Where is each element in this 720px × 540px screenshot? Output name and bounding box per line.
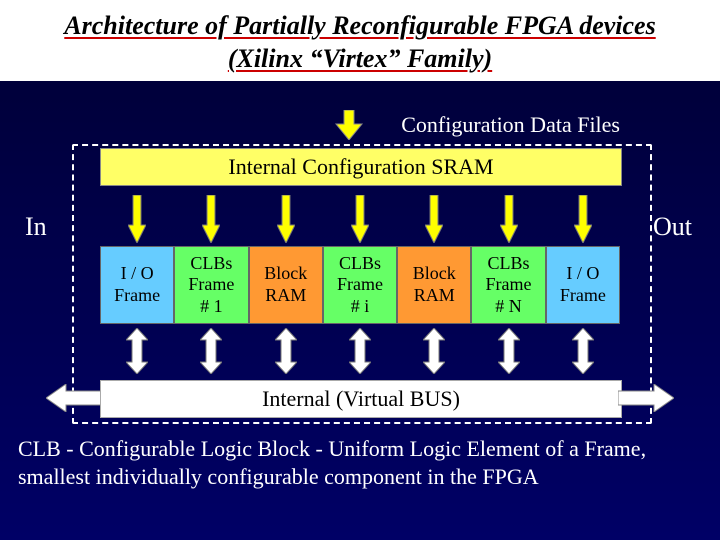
sram-arrow-col-4	[397, 188, 471, 243]
arrow-config-in-icon	[334, 110, 364, 140]
arrow-updown-icon	[126, 328, 148, 374]
arrow-down-icon	[425, 195, 443, 243]
in-label: In	[25, 212, 47, 242]
footer-note: CLB - Configurable Logic Block - Uniform…	[18, 435, 702, 492]
bus-arrow-left-icon	[46, 384, 102, 412]
frame-line1: I / O	[566, 263, 599, 285]
frame-line3: # 1	[200, 296, 223, 318]
bus-box: Internal (Virtual BUS)	[100, 380, 622, 418]
sram-arrow-col-6	[546, 188, 620, 243]
frames-to-bus-arrows	[100, 328, 620, 378]
frame-line3: # N	[495, 296, 522, 318]
sram-arrow-col-2	[249, 188, 323, 243]
frame-cell-0: I / OFrame	[100, 246, 174, 324]
frame-line1: Block	[264, 263, 307, 285]
arrow-updown-icon	[349, 328, 371, 374]
slide: Architecture of Partially Reconfigurable…	[0, 0, 720, 540]
frame-line2: RAM	[414, 285, 455, 307]
sram-arrow-col-0	[100, 188, 174, 243]
frame-line2: Frame	[188, 274, 234, 296]
frame-line1: CLBs	[339, 253, 381, 275]
frame-line1: I / O	[121, 263, 154, 285]
arrow-down-icon	[277, 195, 295, 243]
config-files-label: Configuration Data Files	[401, 112, 620, 138]
out-label: Out	[653, 212, 692, 242]
arrow-down-icon	[574, 195, 592, 243]
frame-line2: Frame	[560, 285, 606, 307]
frame-line1: CLBs	[190, 253, 232, 275]
frame-line2: Frame	[114, 285, 160, 307]
sram-arrow-col-5	[471, 188, 545, 243]
arrow-updown-icon	[275, 328, 297, 374]
sram-arrow-col-3	[323, 188, 397, 243]
sram-to-frames-arrows	[100, 188, 620, 243]
frame-cell-3: CLBsFrame# i	[323, 246, 397, 324]
frame-cell-2: BlockRAM	[249, 246, 323, 324]
frame-cell-1: CLBsFrame# 1	[174, 246, 248, 324]
bus-arrow-col-3	[323, 328, 397, 378]
arrow-updown-icon	[498, 328, 520, 374]
frame-cell-6: I / OFrame	[546, 246, 620, 324]
frame-line2: RAM	[265, 285, 306, 307]
frame-line2: Frame	[337, 274, 383, 296]
arrow-down-icon	[128, 195, 146, 243]
bus-arrow-col-1	[174, 328, 248, 378]
bus-arrow-col-0	[100, 328, 174, 378]
frame-line3: # i	[351, 296, 370, 318]
bus-arrow-col-5	[471, 328, 545, 378]
frame-line2: Frame	[486, 274, 532, 296]
arrow-updown-icon	[423, 328, 445, 374]
arrow-down-icon	[202, 195, 220, 243]
frame-cell-4: BlockRAM	[397, 246, 471, 324]
slide-title: Architecture of Partially Reconfigurable…	[0, 0, 720, 81]
bus-arrow-col-4	[397, 328, 471, 378]
sram-arrow-col-1	[174, 188, 248, 243]
frames-row: I / OFrameCLBsFrame# 1BlockRAMCLBsFrame#…	[100, 246, 620, 324]
arrow-down-icon	[500, 195, 518, 243]
bus-arrow-col-2	[249, 328, 323, 378]
arrow-updown-icon	[572, 328, 594, 374]
bus-arrow-right-icon	[618, 384, 674, 412]
frame-cell-5: CLBsFrame# N	[471, 246, 545, 324]
frame-line1: CLBs	[488, 253, 530, 275]
arrow-down-icon	[351, 195, 369, 243]
frame-line1: Block	[413, 263, 456, 285]
sram-box: Internal Configuration SRAM	[100, 148, 622, 186]
bus-arrow-col-6	[546, 328, 620, 378]
arrow-updown-icon	[200, 328, 222, 374]
